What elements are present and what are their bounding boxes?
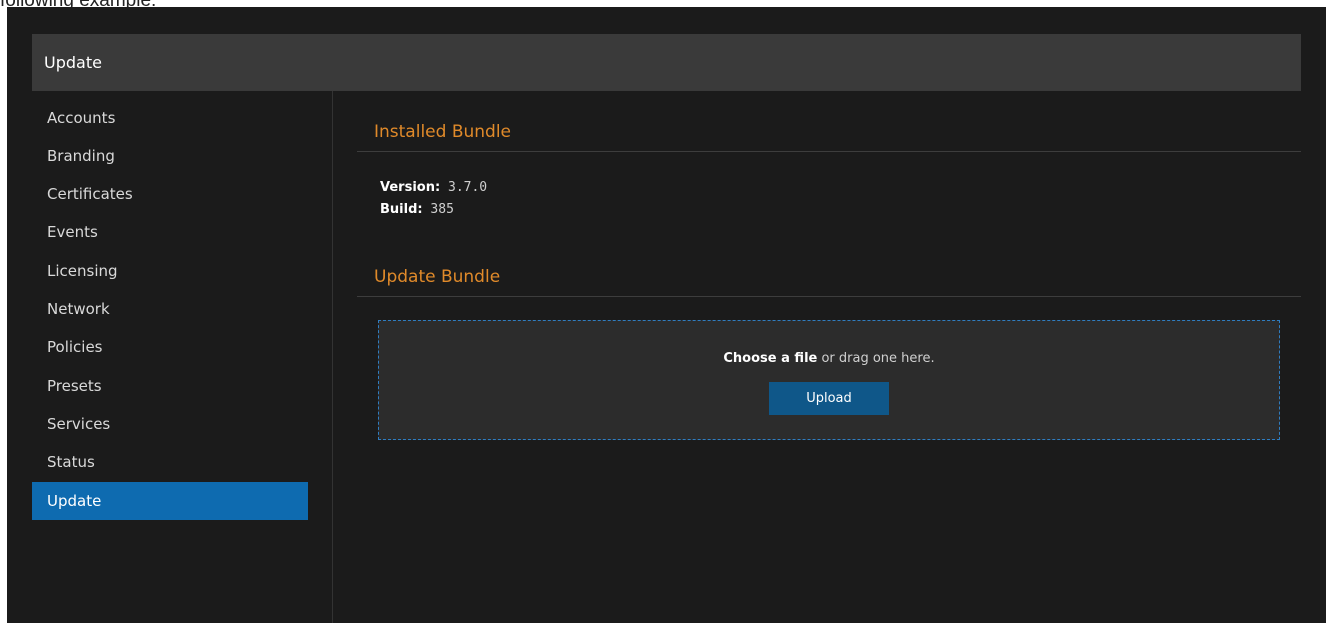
upload-button[interactable]: Upload (769, 382, 889, 415)
sidebar-item-network[interactable]: Network (32, 290, 308, 328)
version-label: Version: (380, 180, 441, 195)
build-label: Build: (380, 202, 423, 217)
sidebar-item-label: Licensing (47, 262, 118, 280)
sidebar-item-certificates[interactable]: Certificates (32, 175, 308, 213)
sidebar-item-events[interactable]: Events (32, 213, 308, 251)
installed-bundle-divider (357, 151, 1301, 152)
page-header: Update (32, 34, 1301, 91)
sidebar-item-services[interactable]: Services (32, 405, 308, 443)
sidebar-item-label: Update (47, 492, 102, 510)
sidebar-item-label: Certificates (47, 185, 133, 203)
sidebar-item-licensing[interactable]: Licensing (32, 252, 308, 290)
sidebar-item-accounts[interactable]: Accounts (32, 99, 308, 137)
update-bundle-divider (357, 296, 1301, 297)
sidebar-item-status[interactable]: Status (32, 443, 308, 481)
dropzone-instructions: Choose a file or drag one here. (379, 351, 1279, 366)
main-content: Installed Bundle Version: 3.7.0 Build: 3… (357, 91, 1301, 623)
version-value: 3.7.0 (448, 180, 488, 195)
sidebar-item-label: Branding (47, 147, 115, 165)
build-line: Build: 385 (380, 202, 454, 217)
sidebar-item-label: Policies (47, 338, 103, 356)
installed-bundle-heading: Installed Bundle (374, 122, 512, 142)
sidebar-item-update[interactable]: Update (32, 482, 308, 520)
choose-file-link[interactable]: Choose a file (723, 351, 817, 366)
update-bundle-heading: Update Bundle (374, 267, 501, 287)
sidebar-item-label: Services (47, 415, 111, 433)
sidebar-item-policies[interactable]: Policies (32, 328, 308, 366)
sidebar-item-label: Accounts (47, 109, 116, 127)
sidebar-item-presets[interactable]: Presets (32, 367, 308, 405)
app-window: Update Accounts Branding Certificates Ev… (7, 7, 1326, 623)
sidebar-item-label: Presets (47, 377, 102, 395)
sidebar: Accounts Branding Certificates Events Li… (32, 91, 333, 623)
build-value: 385 (430, 202, 454, 217)
sidebar-item-label: Status (47, 453, 95, 471)
file-dropzone[interactable]: Choose a file or drag one here. Upload (378, 320, 1280, 440)
page-title: Update (44, 53, 102, 72)
drag-hint-text: or drag one here. (817, 351, 935, 366)
sidebar-item-branding[interactable]: Branding (32, 137, 308, 175)
version-line: Version: 3.7.0 (380, 180, 487, 195)
sidebar-item-label: Events (47, 223, 98, 241)
sidebar-item-label: Network (47, 300, 110, 318)
